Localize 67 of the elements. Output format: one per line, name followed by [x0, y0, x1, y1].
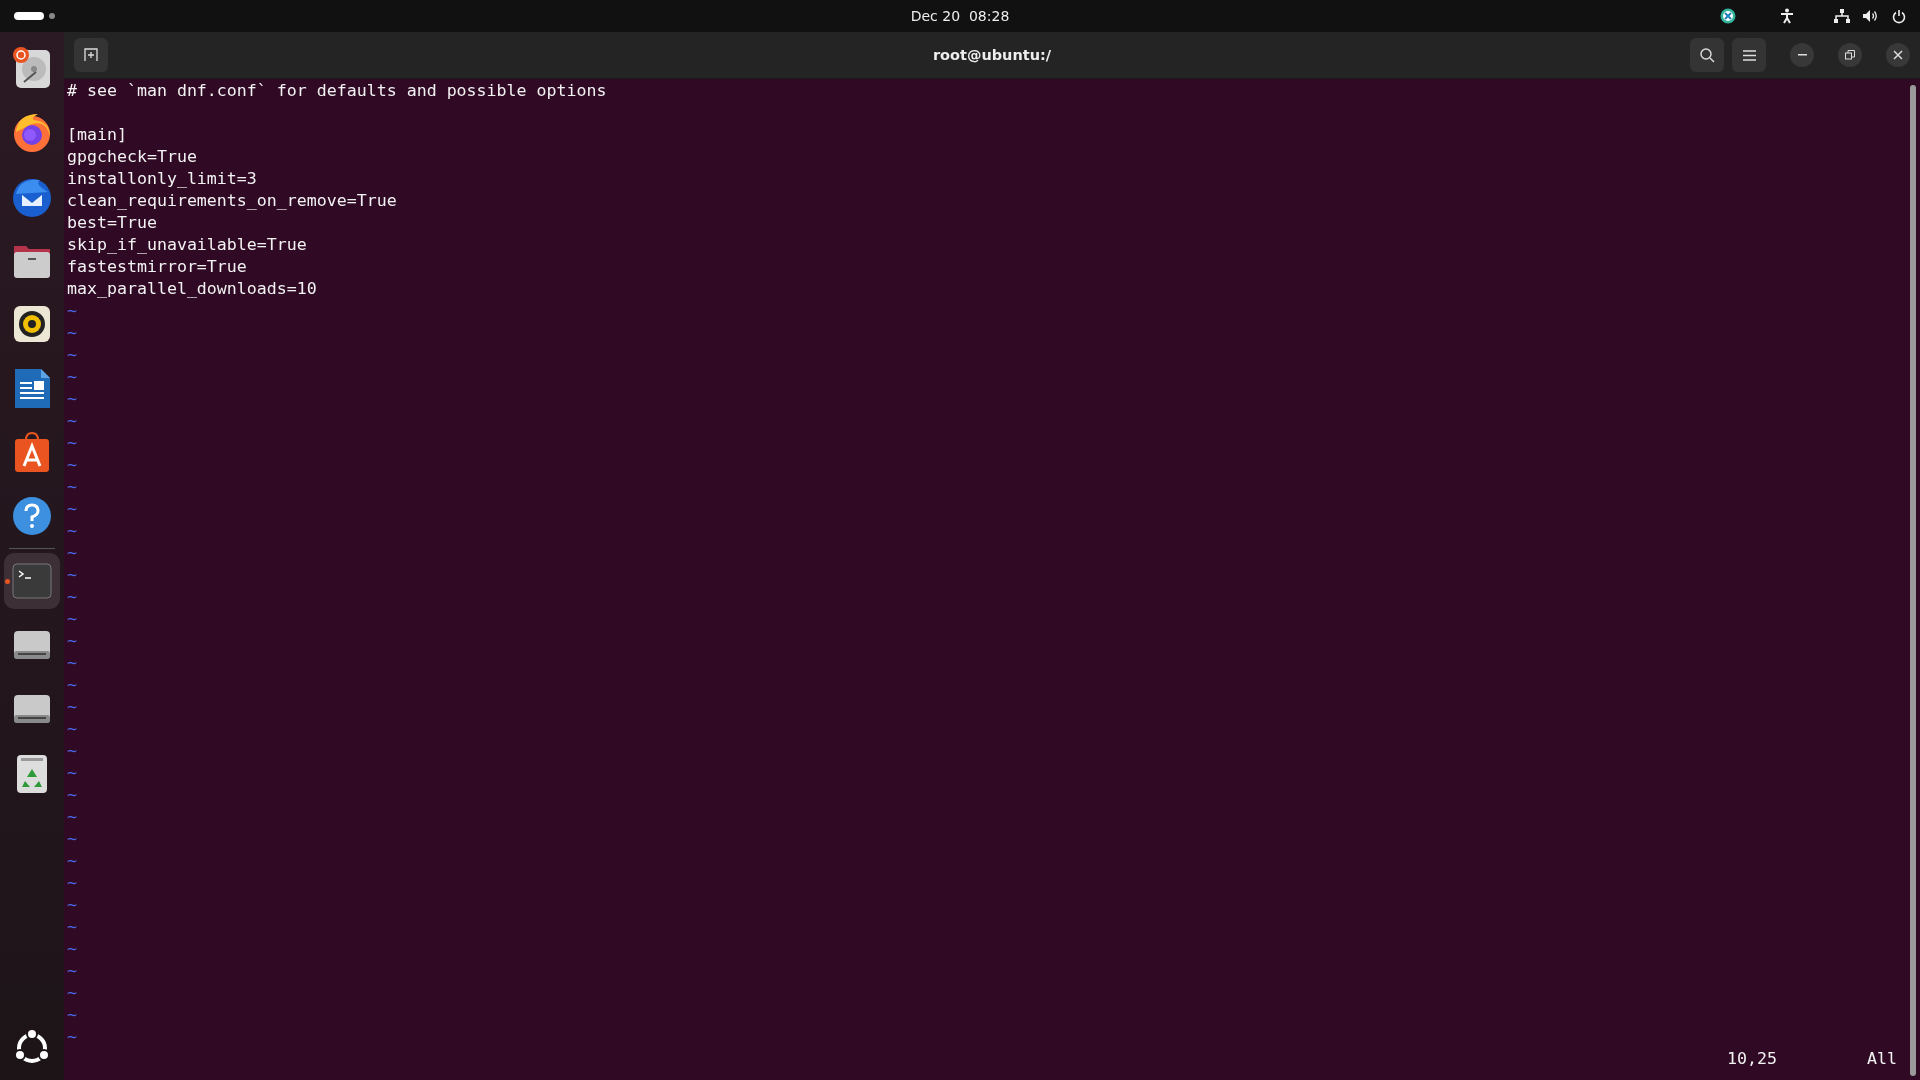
empty-line-marker: ~	[67, 366, 77, 388]
config-line: max_parallel_downloads=10	[67, 278, 317, 300]
volume-icon[interactable]	[1862, 9, 1878, 23]
accessibility-icon[interactable]	[1780, 8, 1794, 24]
empty-line-marker: ~	[67, 454, 77, 476]
empty-line-marker: ~	[67, 718, 77, 740]
config-line: clean_requirements_on_remove=True	[67, 190, 397, 212]
empty-line-marker: ~	[67, 850, 77, 872]
empty-line-marker: ~	[67, 476, 77, 498]
update-icon[interactable]	[1720, 8, 1736, 24]
empty-line-marker: ~	[67, 564, 77, 586]
config-line: # see `man dnf.conf` for defaults and possible options	[67, 80, 607, 102]
scrollbar[interactable]	[1910, 85, 1916, 1076]
help-icon[interactable]	[10, 494, 54, 538]
empty-line-marker: ~	[67, 608, 77, 630]
empty-line-marker: ~	[67, 740, 77, 762]
clock[interactable]: Dec 20 08:28	[910, 8, 1010, 24]
empty-line-marker: ~	[67, 630, 77, 652]
empty-line-marker: ~	[67, 432, 77, 454]
empty-line-marker: ~	[67, 784, 77, 806]
window-title: root@ubuntu:/	[932, 47, 1052, 63]
cursor-position: 10,25	[1727, 1048, 1777, 1070]
empty-line-marker: ~	[67, 1004, 77, 1026]
empty-line-marker: ~	[67, 542, 77, 564]
empty-line-marker: ~	[67, 520, 77, 542]
empty-line-marker: ~	[67, 410, 77, 432]
empty-line-marker: ~	[67, 828, 77, 850]
empty-line-marker: ~	[67, 982, 77, 1004]
empty-line-marker: ~	[67, 652, 77, 674]
workspace-indicator[interactable]	[14, 12, 55, 20]
restore-icon	[1845, 50, 1855, 60]
empty-line-marker: ~	[67, 388, 77, 410]
empty-line-marker: ~	[67, 322, 77, 344]
minimize-icon	[1797, 54, 1807, 56]
empty-line-marker: ~	[67, 1026, 77, 1048]
search-icon	[1699, 47, 1715, 63]
empty-line-marker: ~	[67, 960, 77, 982]
menu-icon	[1742, 49, 1756, 61]
new-tab-icon	[84, 48, 98, 62]
maximize-button[interactable]	[1838, 43, 1862, 67]
empty-line-marker: ~	[67, 938, 77, 960]
empty-line-marker: ~	[67, 344, 77, 366]
empty-line-marker: ~	[67, 674, 77, 696]
config-line: [main]	[67, 124, 127, 146]
empty-line-marker: ~	[67, 894, 77, 916]
search-button[interactable]	[1690, 38, 1724, 72]
empty-line-marker: ~	[67, 762, 77, 784]
power-icon[interactable]	[1892, 8, 1906, 24]
empty-line-marker: ~	[67, 806, 77, 828]
close-icon	[1893, 50, 1903, 60]
close-button[interactable]	[1886, 43, 1910, 67]
config-line: fastestmirror=True	[67, 256, 247, 278]
config-line: gpgcheck=True	[67, 146, 197, 168]
config-line: best=True	[67, 212, 157, 234]
new-tab-button[interactable]	[74, 38, 108, 72]
empty-line-marker: ~	[67, 586, 77, 608]
empty-line-marker: ~	[67, 872, 77, 894]
menu-button[interactable]	[1732, 38, 1766, 72]
minimize-button[interactable]	[1790, 43, 1814, 67]
scroll-position: All	[1867, 1048, 1897, 1070]
config-line: installonly_limit=3	[67, 168, 257, 190]
empty-line-marker: ~	[67, 300, 77, 322]
empty-line-marker: ~	[67, 498, 77, 520]
empty-line-marker: ~	[67, 696, 77, 718]
empty-line-marker: ~	[67, 916, 77, 938]
network-icon[interactable]	[1834, 9, 1850, 23]
config-line: skip_if_unavailable=True	[67, 234, 307, 256]
